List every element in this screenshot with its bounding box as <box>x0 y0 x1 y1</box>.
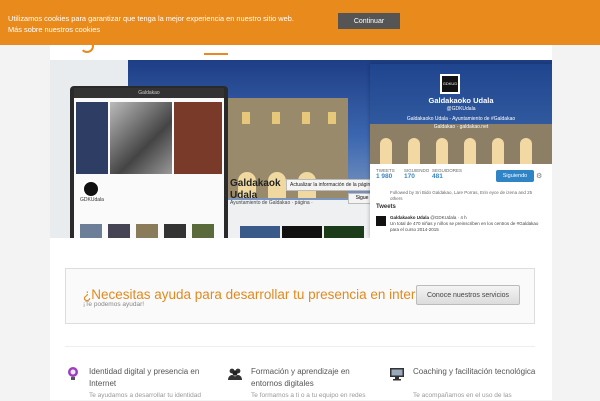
facebook-name-line1: Galdakaok <box>230 178 281 189</box>
twitter-name: Galdakaoko Udala <box>428 96 494 105</box>
twitter-handle: @GDKUdala <box>446 106 476 112</box>
service-desc: Te acompañamos en el uso de las <box>413 392 512 399</box>
cookie-accept-button[interactable]: Continuar <box>338 13 400 29</box>
tweet-text: Un total de 470 niñas y niños se preinsc… <box>390 221 539 232</box>
tweet-handle: @GDKUdala · 4 h <box>430 215 467 220</box>
tablet-thumb <box>136 224 158 238</box>
tablet-handle: GDKUdala <box>80 197 104 203</box>
tablet-avatar <box>82 180 100 198</box>
tablet-status-bar: Galdakao <box>74 88 224 98</box>
service-desc: Te formamos a ti o a tu equipo en redes <box>251 392 366 399</box>
facebook-update-button[interactable]: Actualizar la información de la página <box>286 179 379 191</box>
twitter-stat-following[interactable]: SIGUIENDO 170 <box>404 168 429 180</box>
twitter-followed-by: Followed by Sri Bido Galdakao, Lare Porr… <box>390 190 533 201</box>
tablet-mockup: Galdakao GDKUdala <box>70 86 228 238</box>
site-logo-strip <box>80 39 230 55</box>
twitter-stat-followers[interactable]: SEGUIDORES 481 <box>432 168 462 180</box>
facebook-thumb <box>282 226 322 238</box>
tweet-item: Galdakaoko Udala @GDKUdala · 4 h Un tota… <box>390 215 548 233</box>
tablet-thumb <box>192 224 214 238</box>
monitor-icon <box>390 368 404 381</box>
tablet-screen: GDKUdala <box>74 98 224 238</box>
cookie-more-link[interactable]: Más sobre nuestros cookies <box>8 24 328 35</box>
photo-collage <box>174 102 222 174</box>
twitter-header-image: GDKUD Galdakaoko Udala @GDKUdala Galdaka… <box>370 64 552 164</box>
service-title: Coaching y facilitación tecnológica <box>413 367 536 376</box>
people-icon <box>228 368 242 380</box>
hero-banner: Galdakaok Udala Ayuntamiento de Galdakao… <box>50 60 552 238</box>
tweet-author: Galdakaoko Udala <box>390 215 430 220</box>
tweet-avatar <box>376 216 386 226</box>
active-nav-indicator <box>204 53 228 55</box>
twitter-following-button[interactable]: Siguiendo <box>496 170 534 182</box>
photo-collage <box>76 102 108 174</box>
cookie-message: Utilizamos cookies para garantizar que t… <box>8 13 328 35</box>
facebook-page-name: Galdakaok Udala <box>230 178 281 202</box>
twitter-bio: Galdakaoko Udala - Ayuntamiento de #Gald… <box>406 116 516 122</box>
cta-subtitle: ¡Te podemos ayudar! <box>83 301 145 308</box>
twitter-profile-card: GDKUD Galdakaoko Udala @GDKUdala Galdaka… <box>370 64 552 238</box>
service-desc: Te ayudamos a desarrollar tu identidad <box>89 392 202 399</box>
tablet-thumb <box>164 224 186 238</box>
twitter-stat-tweets[interactable]: TWEETS 1 980 <box>376 168 395 180</box>
twitter-tweets-heading: Tweets <box>376 204 396 210</box>
services-button[interactable]: Conoce nuestros servicios <box>416 285 520 305</box>
facebook-description: Ayuntamiento de Galdakao · página · <box>230 200 313 206</box>
facebook-thumb <box>324 226 364 238</box>
twitter-url: Galdakao · galdakao.net <box>433 124 489 130</box>
lightbulb-icon <box>68 367 78 380</box>
tablet-thumb <box>108 224 130 238</box>
facebook-thumb <box>240 226 280 238</box>
service-title: Formación y aprendizaje en entornos digi… <box>251 367 350 388</box>
gear-icon[interactable]: ⚙ <box>536 172 542 180</box>
services-list: Identidad digital y presencia en Interne… <box>65 346 535 401</box>
cta-title: ¿Necesitas ayuda para desarrollar tu pre… <box>83 287 442 302</box>
photo-collage <box>110 102 172 174</box>
cookie-message-line1: Utilizamos cookies para garantizar que t… <box>8 14 294 23</box>
cta-box: ¿Necesitas ayuda para desarrollar tu pre… <box>65 268 535 324</box>
service-title: Identidad digital y presencia en Interne… <box>89 367 200 388</box>
cookie-banner: Utilizamos cookies para garantizar que t… <box>0 0 600 45</box>
tablet-thumb <box>80 224 102 238</box>
twitter-avatar: GDKUD <box>440 74 460 94</box>
